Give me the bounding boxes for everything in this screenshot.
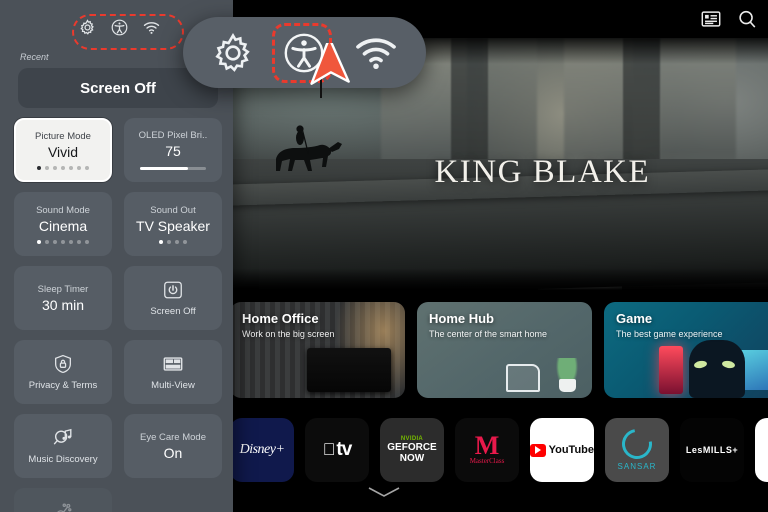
- tile-label: OLED Pixel Bri..: [138, 130, 208, 141]
- app-label: LesMILLS+: [685, 445, 739, 455]
- tile-label: Sound Mode: [36, 204, 90, 216]
- tile-sound-out[interactable]: Sound Out TV Speaker: [124, 192, 222, 256]
- card-title: Home Hub: [429, 311, 494, 326]
- apple-logo-icon: : [323, 440, 336, 460]
- sansar-ring-icon: [616, 423, 658, 465]
- content-card-home-office[interactable]: Home Office Work on the big screen: [230, 302, 405, 398]
- card-title: Game: [616, 311, 653, 326]
- tile-value: On: [163, 444, 183, 461]
- app-disney-plus[interactable]: Disney+: [230, 418, 294, 482]
- hero-bottom-gradient: [230, 268, 768, 290]
- horse-rider-silhouette: [276, 125, 343, 172]
- app-label: YouTube: [548, 444, 594, 456]
- wifi-icon[interactable]: [142, 18, 161, 37]
- search-icon[interactable]: [736, 8, 758, 30]
- tile-sound-mode[interactable]: Sound Mode Cinema: [14, 192, 112, 256]
- tile-magic-explorer[interactable]: Magic Explorer: [14, 488, 112, 512]
- tile-oled-pixel-brightness[interactable]: OLED Pixel Bri.. 75: [124, 118, 222, 182]
- quick-settings-tile-grid: Picture Mode Vivid OLED Pixel Bri.. 75 S…: [14, 118, 222, 512]
- music-search-icon: [52, 427, 74, 449]
- card-title: Home Office: [242, 311, 319, 326]
- card-chair-illustration: [506, 364, 540, 392]
- app-sansar[interactable]: SANSAR: [605, 418, 669, 482]
- tile-value: TV Speaker: [136, 217, 210, 234]
- content-card-game[interactable]: Game The best game experience: [604, 302, 768, 398]
- app-youtube[interactable]: YouTube: [530, 418, 594, 482]
- youtube-play-icon: [530, 443, 546, 457]
- tile-label: Eye Care Mode: [139, 431, 206, 443]
- card-subtitle: The best game experience: [616, 329, 723, 339]
- tile-caption: Music Discovery: [28, 454, 98, 465]
- tile-privacy-terms[interactable]: Privacy & Terms: [14, 340, 112, 404]
- tile-label: Sleep Timer: [37, 283, 89, 295]
- shield-lock-icon: [52, 353, 74, 375]
- app-label: SANSAR: [617, 462, 657, 471]
- multiview-icon: [162, 353, 184, 375]
- card-tv-illustration: [307, 348, 391, 392]
- hero-title: KING BLAKE: [434, 153, 651, 190]
- masterclass-mark: M: [474, 431, 500, 460]
- recent-label: Recent: [20, 52, 49, 62]
- tile-screen-off[interactable]: Screen Off: [124, 266, 222, 330]
- app-lesmills[interactable]: LesMILLS+: [680, 418, 744, 482]
- tile-sleep-timer[interactable]: Sleep Timer 30 min: [14, 266, 112, 330]
- accessibility-icon[interactable]: [110, 18, 129, 37]
- tile-dot-indicator: [37, 239, 89, 244]
- tile-caption: Privacy & Terms: [28, 380, 98, 391]
- app-label: Disney+: [239, 442, 285, 457]
- tile-label: Sound Out: [150, 204, 196, 216]
- tile-value: 75: [165, 143, 181, 159]
- card-subtitle: Work on the big screen: [242, 329, 335, 339]
- app-geforce-now[interactable]: NVIDIA GEFORCE NOW: [380, 418, 444, 482]
- tile-picture-mode[interactable]: Picture Mode Vivid: [14, 118, 112, 182]
- tile-eye-care-mode[interactable]: Eye Care Mode On: [124, 414, 222, 478]
- tile-slider[interactable]: [140, 167, 206, 170]
- wifi-icon[interactable]: [353, 30, 399, 76]
- tile-label: Picture Mode: [35, 130, 91, 142]
- tile-value: Vivid: [47, 143, 79, 160]
- card-subtitle: The center of the smart home: [429, 329, 548, 339]
- tile-caption: Multi-View: [151, 380, 195, 391]
- card-neon-pc-illustration: [659, 346, 683, 394]
- tile-value: Cinema: [38, 217, 88, 234]
- gear-icon[interactable]: [210, 30, 256, 76]
- content-card-home-hub[interactable]: Home Hub The center of the smart home: [417, 302, 592, 398]
- quick-settings-header-icons: [78, 18, 161, 37]
- recent-tile-screen-off[interactable]: Screen Off: [18, 68, 218, 108]
- tile-caption: Screen Off: [150, 306, 196, 317]
- gear-icon[interactable]: [78, 18, 97, 37]
- content-card-row: Home Office Work on the big screen Home …: [230, 302, 768, 398]
- tile-music-discovery[interactable]: Music Discovery: [14, 414, 112, 478]
- power-icon: [162, 279, 184, 301]
- tile-value: 30 min: [41, 296, 85, 313]
- app-apple-tv[interactable]:  tv: [305, 418, 369, 482]
- cursor-pointer-stem: [320, 60, 322, 98]
- magnified-icon-popup: [183, 17, 426, 88]
- card-gaming-chair-illustration: [689, 340, 745, 398]
- tile-multi-view[interactable]: Multi-View: [124, 340, 222, 404]
- app-label: MasterClass: [469, 457, 505, 465]
- app-shop-tv[interactable]: shop TV: [755, 418, 768, 482]
- guide-icon[interactable]: [700, 8, 722, 30]
- app-label: GEFORCE NOW: [387, 442, 437, 464]
- chevron-down-icon[interactable]: [367, 486, 401, 498]
- app-launcher-row: Disney+  tv NVIDIA GEFORCE NOW M Master…: [230, 418, 768, 482]
- tile-dot-indicator: [37, 165, 89, 170]
- magic-explorer-icon: [52, 501, 74, 512]
- tv-home-screen: KING BLAKE Home Office Work on the big s…: [0, 0, 768, 512]
- card-pot-illustration: [559, 379, 576, 392]
- app-masterclass[interactable]: M MasterClass: [455, 418, 519, 482]
- tile-dot-indicator: [159, 239, 187, 244]
- app-label: tv: [330, 439, 352, 460]
